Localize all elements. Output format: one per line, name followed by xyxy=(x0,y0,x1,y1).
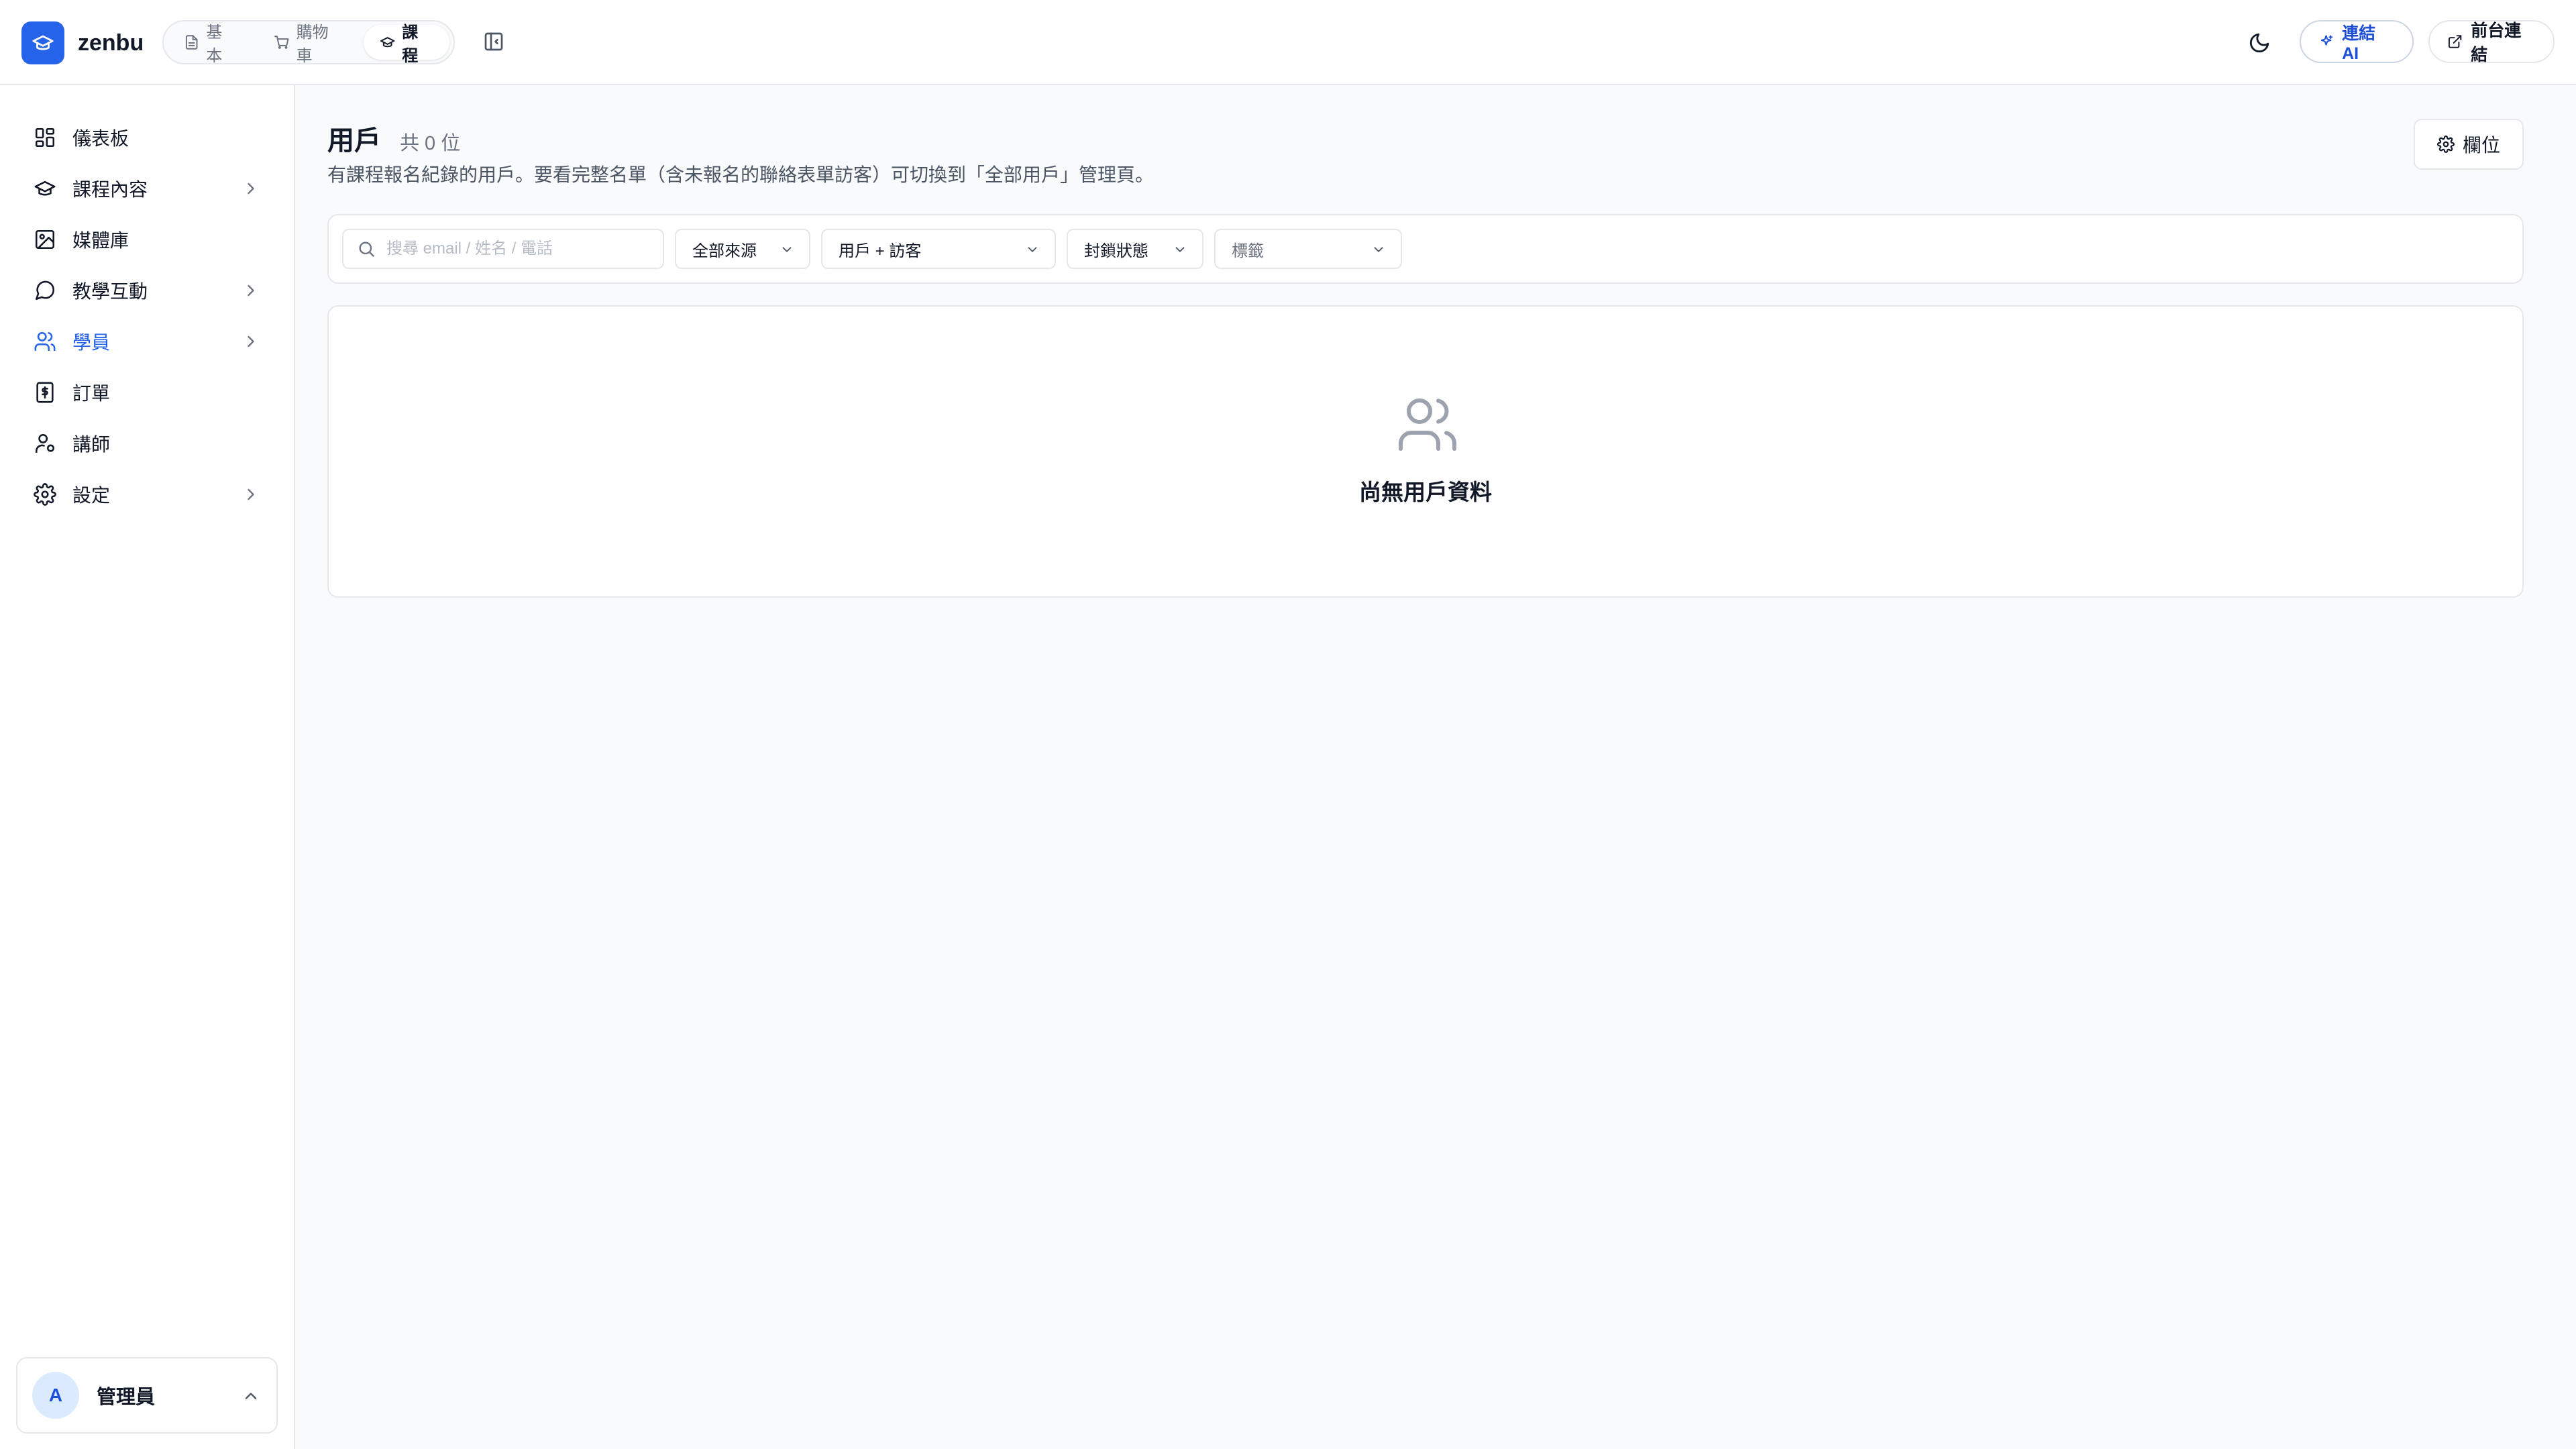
filter-bar: 全部來源 用戶 + 訪客 封鎖狀態 標籤 xyxy=(327,214,2524,284)
block-status-select[interactable]: 封鎖狀態 xyxy=(1067,229,1203,269)
user-type-select[interactable]: 用戶 + 訪客 xyxy=(821,229,1056,269)
sidebar-item-students[interactable]: 學員 xyxy=(0,316,295,367)
receipt-icon xyxy=(34,381,56,404)
page-description: 有課程報名紀錄的用戶。要看完整名單（含未報名的聯絡表單訪客）可切換到「全部用戶」… xyxy=(327,164,1155,185)
sidebar-item-instructors[interactable]: 講師 xyxy=(0,418,295,469)
page-header: 用戶 共 0 位 xyxy=(327,119,460,158)
logo[interactable] xyxy=(21,21,64,64)
gear-icon xyxy=(34,483,56,506)
sidebar-item-label: 訂單 xyxy=(72,383,111,404)
columns-button[interactable]: 欄位 xyxy=(2414,119,2524,170)
main-content: 用戶 共 0 位 有課程報名紀錄的用戶。要看完整名單（含未報名的聯絡表單訪客）可… xyxy=(295,85,2576,1449)
search-input[interactable] xyxy=(386,239,655,258)
front-link-button[interactable]: 前台連結 xyxy=(2428,20,2555,64)
mode-basic[interactable]: 基本 xyxy=(168,23,254,65)
graduation-cap-icon xyxy=(32,35,54,50)
connect-ai-button[interactable]: 連結 AI xyxy=(2300,20,2414,63)
sidebar-item-label: 學員 xyxy=(72,332,111,353)
empty-state: 尚無用戶資料 xyxy=(327,305,2524,598)
chevron-down-icon xyxy=(1175,247,1185,252)
sidebar-item-course-content[interactable]: 課程內容 xyxy=(0,163,295,214)
search-box xyxy=(342,229,664,269)
mode-course-label: 課程 xyxy=(402,23,419,65)
image-icon xyxy=(34,228,56,251)
chevron-down-icon xyxy=(1028,247,1037,252)
mode-cart-label: 購物車 xyxy=(296,23,329,65)
user-count: 共 0 位 xyxy=(400,133,461,154)
user-menu[interactable]: A 管理員 xyxy=(16,1357,278,1434)
chevron-right-icon xyxy=(248,335,254,347)
users-icon xyxy=(34,330,56,353)
dashboard-icon xyxy=(34,126,56,149)
sidebar-item-label: 教學互動 xyxy=(72,281,148,302)
sidebar-item-label: 媒體庫 xyxy=(72,230,129,251)
mode-cart[interactable]: 購物車 xyxy=(258,23,360,65)
graduation-cap-icon xyxy=(34,177,56,200)
user-name: 管理員 xyxy=(97,1387,156,1408)
tags-select-placeholder: 標籤 xyxy=(1232,241,1264,260)
chevron-right-icon xyxy=(248,284,254,297)
file-icon xyxy=(185,35,198,50)
sidebar-nav: 儀表板 課程內容 媒體庫 教學互動 學員 訂單 講師 設定 xyxy=(0,112,295,520)
columns-button-label: 欄位 xyxy=(2462,135,2500,156)
sparkles-icon xyxy=(2320,35,2333,46)
brand-name: zenbu xyxy=(78,30,144,56)
mode-course[interactable]: 課程 xyxy=(363,23,449,65)
top-bar: zenbu 基本 購物車 課程 連結 AI 前台連結 xyxy=(0,0,2576,85)
sidebar-toggle-button[interactable] xyxy=(482,30,506,54)
source-select-value: 全部來源 xyxy=(692,241,757,260)
chevron-down-icon xyxy=(1374,247,1383,252)
panel-left-icon xyxy=(484,32,503,51)
external-link-icon xyxy=(2448,35,2462,48)
sidebar-item-label: 講師 xyxy=(72,434,111,455)
message-circle-icon xyxy=(34,279,56,302)
block-status-select-value: 封鎖狀態 xyxy=(1084,241,1148,260)
sidebar-item-label: 儀表板 xyxy=(72,128,129,149)
tags-select[interactable]: 標籤 xyxy=(1214,229,1402,269)
theme-toggle-button[interactable] xyxy=(2246,30,2273,56)
sidebar-item-label: 課程內容 xyxy=(72,179,148,200)
connect-ai-label: 連結 AI xyxy=(2342,23,2376,63)
user-type-select-value: 用戶 + 訪客 xyxy=(839,241,922,260)
search-icon xyxy=(359,241,374,257)
sidebar-item-interaction[interactable]: 教學互動 xyxy=(0,265,295,316)
chevron-right-icon xyxy=(248,488,254,500)
sidebar-item-media[interactable]: 媒體庫 xyxy=(0,214,295,265)
gear-icon xyxy=(2437,136,2455,153)
sidebar-item-label: 設定 xyxy=(72,485,111,506)
graduation-cap-icon xyxy=(380,37,395,48)
avatar: A xyxy=(32,1372,79,1419)
source-select[interactable]: 全部來源 xyxy=(675,229,810,269)
empty-state-message: 尚無用戶資料 xyxy=(1359,480,1492,504)
user-cog-icon xyxy=(34,432,56,455)
page-title: 用戶 xyxy=(327,126,381,156)
mode-switcher: 基本 購物車 課程 xyxy=(162,20,455,65)
chevron-up-icon xyxy=(245,1393,257,1399)
sidebar-item-dashboard[interactable]: 儀表板 xyxy=(0,112,295,163)
front-link-label: 前台連結 xyxy=(2471,21,2522,64)
chevron-down-icon xyxy=(782,247,792,252)
mode-basic-label: 基本 xyxy=(206,23,223,65)
sidebar-item-orders[interactable]: 訂單 xyxy=(0,367,295,418)
sidebar: 儀表板 課程內容 媒體庫 教學互動 學員 訂單 講師 設定 A 管理員 xyxy=(0,85,295,1449)
moon-icon xyxy=(2249,33,2269,53)
users-icon xyxy=(1399,398,1457,451)
chevron-right-icon xyxy=(248,182,254,195)
sidebar-item-settings[interactable]: 設定 xyxy=(0,469,295,520)
cart-icon xyxy=(274,36,289,49)
